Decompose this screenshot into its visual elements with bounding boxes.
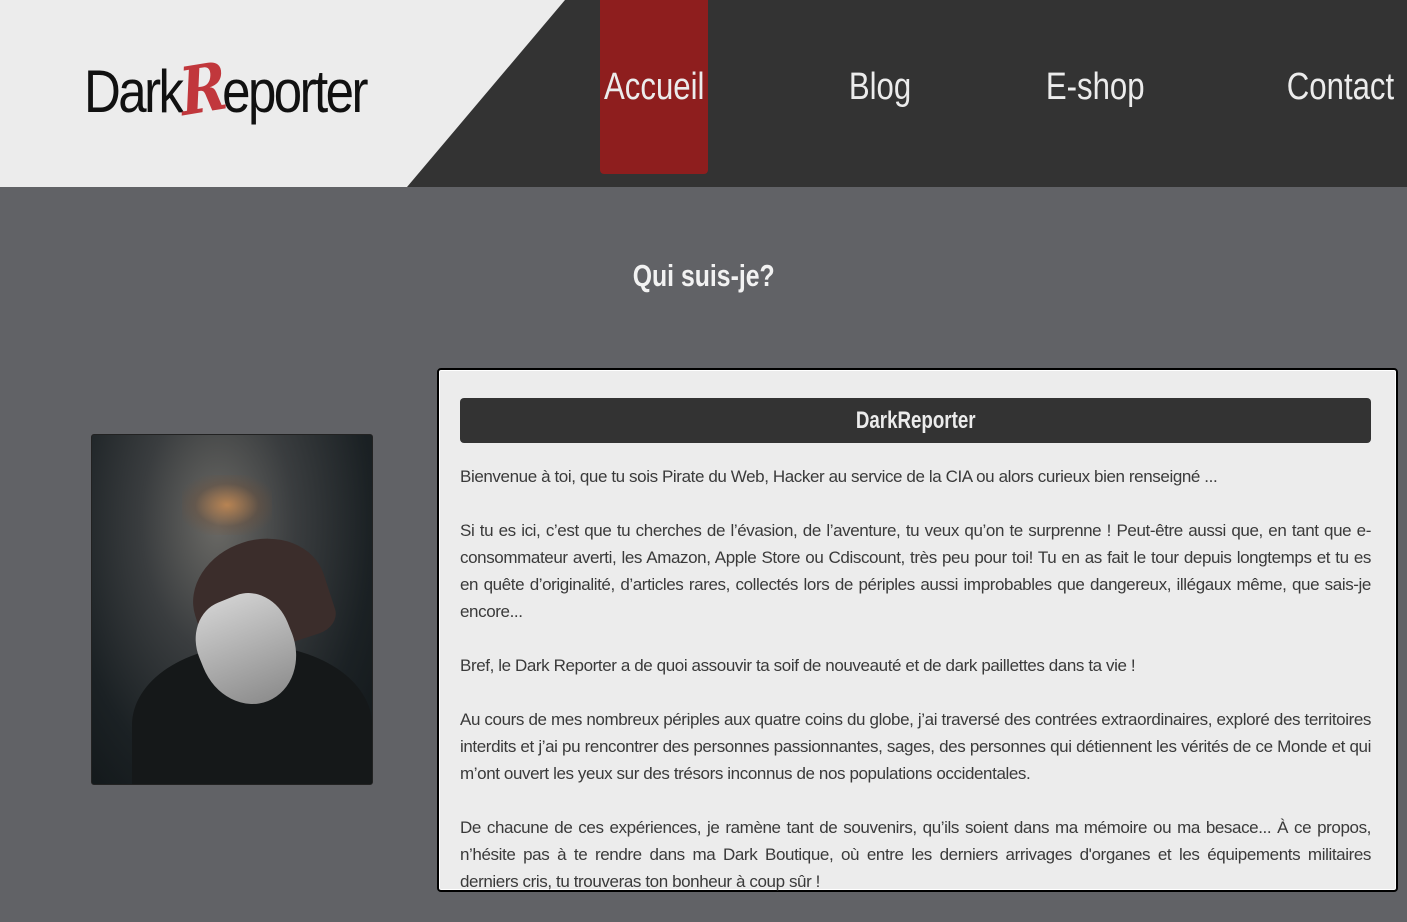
logo-area: DarkReporter (0, 0, 565, 187)
nav-item-label: Blog (848, 65, 912, 108)
nav-item-label: Accueil (603, 65, 705, 108)
paragraph: Bienvenue à toi, que tu sois Pirate du W… (460, 467, 1218, 486)
logo-suffix: eporter (222, 58, 368, 125)
nav-item-accueil[interactable]: Accueil (600, 0, 708, 174)
card-title-text: DarkReporter (855, 407, 976, 434)
site-logo[interactable]: DarkReporter (84, 46, 368, 132)
nav-item-label: Contact (1286, 65, 1394, 108)
about-card: DarkReporter Bienvenue à toi, que tu soi… (437, 368, 1398, 892)
nav-item-contact[interactable]: Contact (1276, 0, 1404, 174)
nav-item-eshop[interactable]: E-shop (1030, 0, 1160, 174)
page-title: Qui suis-je? (0, 258, 1407, 294)
paragraph: De chacune de ces expériences, je ramène… (460, 818, 1371, 891)
paragraph: Si tu es ici, c’est que tu cherches de l… (460, 521, 1371, 621)
paragraph: Bref, le Dark Reporter a de quoi assouvi… (460, 656, 1136, 675)
profile-photo (91, 434, 373, 785)
card-title: DarkReporter (460, 398, 1371, 443)
paragraph: Au cours de mes nombreux périples aux qu… (460, 710, 1371, 783)
site-header: DarkReporter Accueil Blog E-shop Contact (0, 0, 1407, 187)
nav-item-label: E-shop (1045, 65, 1145, 108)
page-title-text: Qui suis-je? (632, 258, 775, 293)
card-body: Bienvenue à toi, que tu sois Pirate du W… (460, 463, 1371, 922)
logo-prefix: Dark (84, 58, 184, 125)
nav-item-blog[interactable]: Blog (820, 0, 940, 174)
logo-letter: R (175, 46, 229, 132)
photo-light (182, 475, 272, 535)
